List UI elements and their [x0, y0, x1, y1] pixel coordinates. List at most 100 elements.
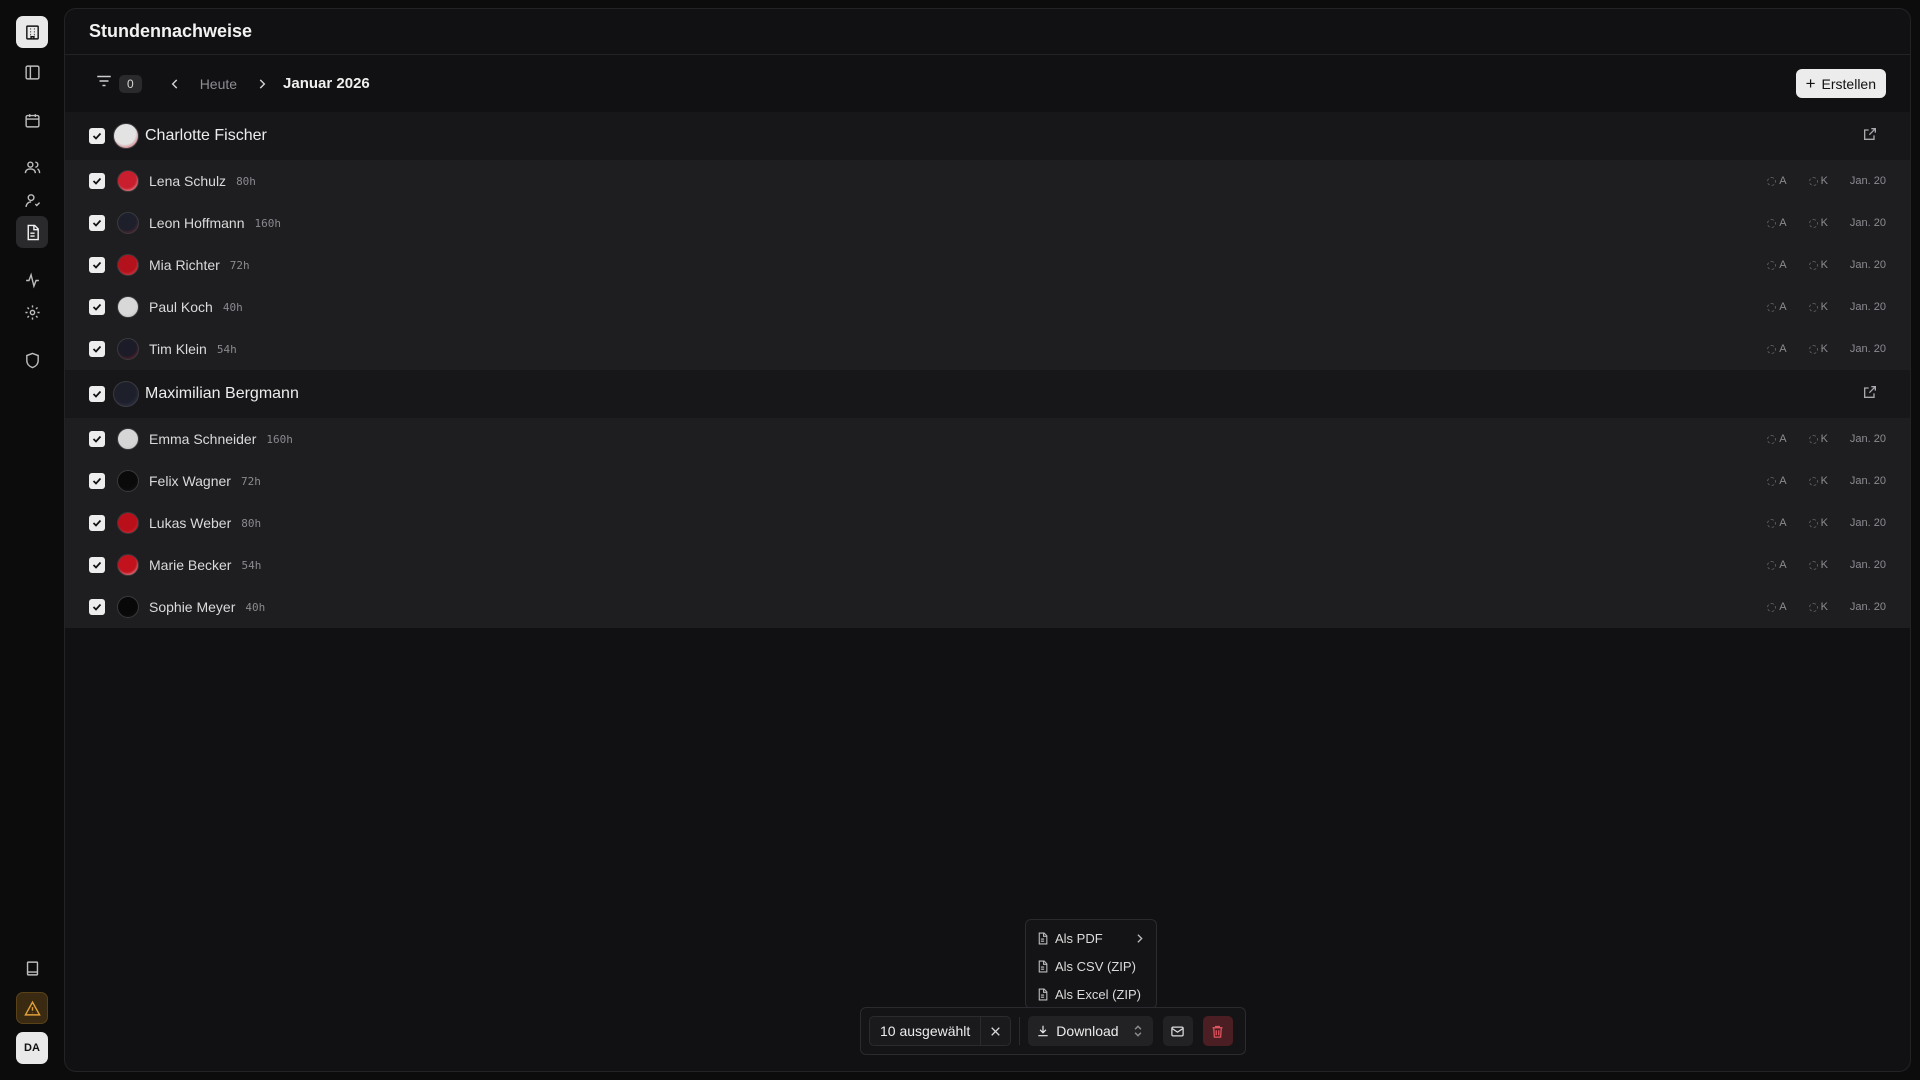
status-k[interactable]: K [1808, 217, 1828, 229]
status-dot-icon [1767, 518, 1777, 528]
status-a[interactable]: A [1767, 517, 1787, 529]
chevron-up-down-icon [1131, 1024, 1145, 1038]
row-checkbox[interactable] [89, 257, 105, 273]
clear-selection-button[interactable] [980, 1016, 1010, 1046]
users-icon[interactable] [16, 151, 48, 183]
sidebar-toggle-icon[interactable] [16, 56, 48, 88]
row-checkbox[interactable] [89, 599, 105, 615]
status-a[interactable]: A [1767, 601, 1787, 613]
status-k[interactable]: K [1808, 301, 1828, 313]
status-a[interactable]: A [1767, 475, 1787, 487]
file-icon [1038, 988, 1048, 1000]
table-row[interactable]: Sophie Meyer 40h A K Jan. 20 [65, 586, 1910, 628]
external-link-icon[interactable] [1862, 384, 1878, 405]
table-row[interactable]: Mia Richter 72h A K Jan. 20 [65, 244, 1910, 286]
status-dot-icon [1808, 218, 1818, 228]
status-k[interactable]: K [1808, 433, 1828, 445]
status-a[interactable]: A [1767, 559, 1787, 571]
calendar-icon[interactable] [16, 104, 48, 136]
row-meta: A K Jan. 20 [1767, 517, 1886, 529]
row-date: Jan. 20 [1849, 175, 1886, 187]
download-as-pdf[interactable]: Als PDF [1026, 924, 1156, 952]
row-checkbox[interactable] [89, 431, 105, 447]
previous-month-button[interactable] [168, 77, 182, 91]
hours-value: 80h [236, 174, 256, 188]
table-row[interactable]: Paul Koch 40h A K Jan. 20 [65, 286, 1910, 328]
group-checkbox[interactable] [89, 128, 105, 144]
table-row[interactable]: Emma Schneider 160h A K Jan. 20 [65, 418, 1910, 460]
divider [1019, 1017, 1021, 1045]
status-a[interactable]: A [1767, 301, 1787, 313]
employee-name: Lena Schulz [149, 173, 227, 189]
table-row[interactable]: Lukas Weber 80h A K Jan. 20 [65, 502, 1910, 544]
status-k[interactable]: K [1808, 175, 1828, 187]
document-icon[interactable] [16, 216, 48, 248]
row-checkbox[interactable] [89, 515, 105, 531]
download-as-excel[interactable]: Als Excel (ZIP) [1026, 980, 1156, 1008]
download-button[interactable]: Download [1028, 1016, 1153, 1046]
settings-icon[interactable] [16, 296, 48, 328]
row-checkbox[interactable] [89, 299, 105, 315]
status-k[interactable]: K [1808, 475, 1828, 487]
status-a[interactable]: A [1767, 217, 1787, 229]
employee-name: Emma Schneider [149, 431, 257, 447]
external-link-icon[interactable] [1862, 126, 1878, 147]
row-date: Jan. 20 [1849, 517, 1886, 529]
group-name: Charlotte Fischer [145, 127, 267, 144]
row-checkbox[interactable] [89, 341, 105, 357]
table-row[interactable]: Lena Schulz 80h A K Jan. 20 [65, 160, 1910, 202]
status-a[interactable]: A [1767, 343, 1787, 355]
next-month-button[interactable] [255, 77, 269, 91]
group-header[interactable]: Maximilian Bergmann [65, 370, 1910, 418]
hours-value: 54h [241, 558, 262, 572]
avatar [113, 123, 139, 149]
status-dot-icon [1767, 260, 1777, 270]
status-a[interactable]: A [1767, 175, 1787, 187]
employee-name: Mia Richter [149, 257, 220, 273]
chevron-left-icon [171, 78, 177, 89]
status-a[interactable]: A [1767, 259, 1787, 271]
user-icon[interactable] [16, 184, 48, 216]
status-k[interactable]: K [1808, 601, 1828, 613]
selection-box: 10 ausgewählt [869, 1016, 1012, 1046]
row-checkbox[interactable] [89, 473, 105, 489]
hours-value: 80h [241, 516, 262, 530]
status-a[interactable]: A [1767, 433, 1787, 445]
group-header[interactable]: Charlotte Fischer [65, 112, 1910, 160]
row-date: Jan. 20 [1849, 601, 1886, 613]
title-bar: Stundennachweise [65, 9, 1910, 55]
download-as-csv[interactable]: Als CSV (ZIP) [1026, 952, 1156, 980]
user-avatar[interactable]: DA [16, 1032, 48, 1064]
status-k[interactable]: K [1808, 259, 1828, 271]
table-row[interactable]: Felix Wagner 72h A K Jan. 20 [65, 460, 1910, 502]
avatar [117, 212, 139, 234]
table-row[interactable]: Leon Hoffmann 160h A K Jan. 20 [65, 202, 1910, 244]
today-button[interactable]: Heute [200, 76, 237, 92]
row-checkbox[interactable] [89, 215, 105, 231]
building-icon[interactable] [16, 16, 48, 48]
employee-name: Marie Becker [149, 557, 232, 573]
mail-icon [1171, 1026, 1184, 1036]
group-checkbox[interactable] [89, 386, 105, 402]
shield-icon[interactable] [16, 344, 48, 376]
status-dot-icon [1767, 176, 1777, 186]
book-icon[interactable] [16, 952, 48, 984]
table-row[interactable]: Marie Becker 54h A K Jan. 20 [65, 544, 1910, 586]
activity-icon[interactable] [16, 264, 48, 296]
filter-button[interactable]: 0 [95, 72, 142, 95]
chevron-right-icon [1137, 933, 1143, 943]
create-button[interactable]: + Erstellen [1795, 69, 1886, 98]
status-k[interactable]: K [1808, 343, 1828, 355]
hours-value: 40h [245, 600, 266, 614]
email-button[interactable] [1162, 1016, 1193, 1046]
warning-icon[interactable] [16, 992, 48, 1024]
status-k[interactable]: K [1808, 559, 1828, 571]
hours-value: 160h [254, 216, 281, 230]
hours-value: 72h [240, 474, 261, 488]
row-checkbox[interactable] [89, 557, 105, 573]
status-k[interactable]: K [1808, 517, 1828, 529]
row-date: Jan. 20 [1849, 433, 1886, 445]
table-row[interactable]: Tim Klein 54h A K Jan. 20 [65, 328, 1910, 370]
row-checkbox[interactable] [89, 173, 105, 189]
delete-button[interactable] [1202, 1016, 1233, 1046]
